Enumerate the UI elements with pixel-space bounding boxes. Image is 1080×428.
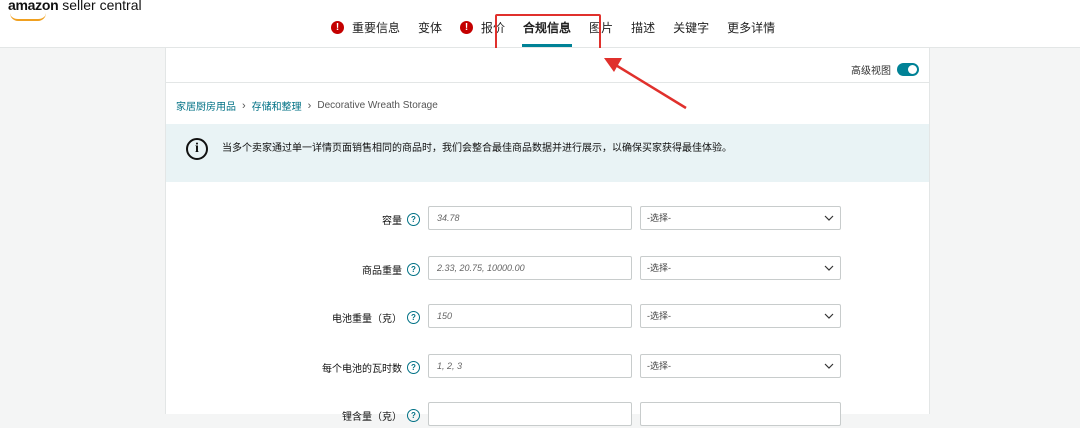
amazon-smile-icon (10, 13, 46, 21)
breadcrumb-item-home-kitchen[interactable]: 家居厨房用品 (176, 98, 236, 113)
help-icon[interactable]: ? (407, 213, 420, 226)
capacity-unit-select[interactable]: -选择- (640, 206, 841, 230)
annotation-arrow (604, 58, 687, 110)
tab-label: 关键字 (673, 20, 710, 35)
tab-variations[interactable]: 变体 (409, 16, 451, 38)
watt-hours-input[interactable]: 1, 2, 3 (428, 354, 632, 378)
tab-keywords[interactable]: 关键字 (664, 16, 718, 38)
divider (166, 82, 929, 83)
field-label: 电池重量（克）? (332, 310, 420, 325)
info-text: 当多个卖家通过单一详情页面销售相同的商品时，我们会整合最佳商品数据并进行展示，以… (222, 143, 732, 154)
help-icon[interactable]: ? (407, 311, 420, 324)
help-icon[interactable]: ? (407, 361, 420, 374)
chevron-right-icon: › (307, 99, 312, 112)
form-row-lithium-content: 锂含量（克）? (166, 402, 929, 428)
field-label: 每个电池的瓦时数? (322, 360, 420, 375)
field-label: 锂含量（克）? (342, 408, 420, 423)
chevron-right-icon: › (242, 99, 246, 112)
help-icon[interactable]: ? (407, 409, 420, 422)
item-weight-unit-select[interactable]: -选择- (640, 256, 841, 280)
info-icon: i (186, 138, 208, 160)
advanced-view-label: 高级视图 (851, 66, 891, 77)
field-label: 商品重量? (362, 262, 420, 277)
chevron-down-icon (824, 363, 834, 369)
lithium-content-unit-select[interactable] (640, 402, 841, 426)
chevron-down-icon (824, 265, 834, 271)
breadcrumb-item-storage[interactable]: 存储和整理 (252, 98, 302, 113)
form-row-watt-hours: 每个电池的瓦时数? 1, 2, 3 -选择- (166, 354, 929, 380)
tab-label: 描述 (631, 20, 656, 35)
amazon-seller-central-logo[interactable]: amazon seller central (8, 0, 142, 13)
tab-more-details[interactable]: 更多详情 (718, 16, 784, 38)
item-weight-input[interactable]: 2.33, 20.75, 10000.00 (428, 256, 632, 280)
capacity-input[interactable]: 34.78 (428, 206, 632, 230)
form-row-battery-weight: 电池重量（克）? 150 -选择- (166, 304, 929, 330)
chevron-down-icon (824, 215, 834, 221)
warning-icon: ! (460, 20, 474, 34)
field-label: 容量? (382, 212, 420, 227)
form-row-capacity: 容量? 34.78 -选择- (166, 206, 929, 232)
warning-icon: ! (331, 20, 344, 34)
battery-weight-unit-select[interactable]: -选择- (640, 304, 841, 328)
tab-label: 更多详情 (727, 20, 776, 35)
tab-label: 重要信息 (352, 20, 401, 35)
breadcrumb-item-current: Decorative Wreath Storage (317, 100, 438, 111)
advanced-view-toggle[interactable] (897, 63, 919, 76)
tab-important-info[interactable]: ! 重要信息 (322, 16, 409, 38)
breadcrumb: 家居厨房用品 › 存储和整理 › Decorative Wreath Stora… (176, 98, 438, 114)
tab-description[interactable]: 描述 (622, 16, 664, 38)
help-icon[interactable]: ? (407, 263, 420, 276)
tab-label: 变体 (418, 20, 443, 35)
watt-hours-unit-select[interactable]: -选择- (640, 354, 841, 378)
form-row-item-weight: 商品重量? 2.33, 20.75, 10000.00 -选择- (166, 256, 929, 282)
info-banner: i 当多个卖家通过单一详情页面销售相同的商品时，我们会整合最佳商品数据并进行展示… (166, 124, 929, 182)
advanced-view-toggle-row: 高级视图 (851, 62, 919, 77)
battery-weight-input[interactable]: 150 (428, 304, 632, 328)
lithium-content-input[interactable] (428, 402, 632, 426)
main-panel: 高级视图 家居厨房用品 › 存储和整理 › Decorative Wreath … (165, 48, 930, 426)
chevron-down-icon (824, 313, 834, 319)
